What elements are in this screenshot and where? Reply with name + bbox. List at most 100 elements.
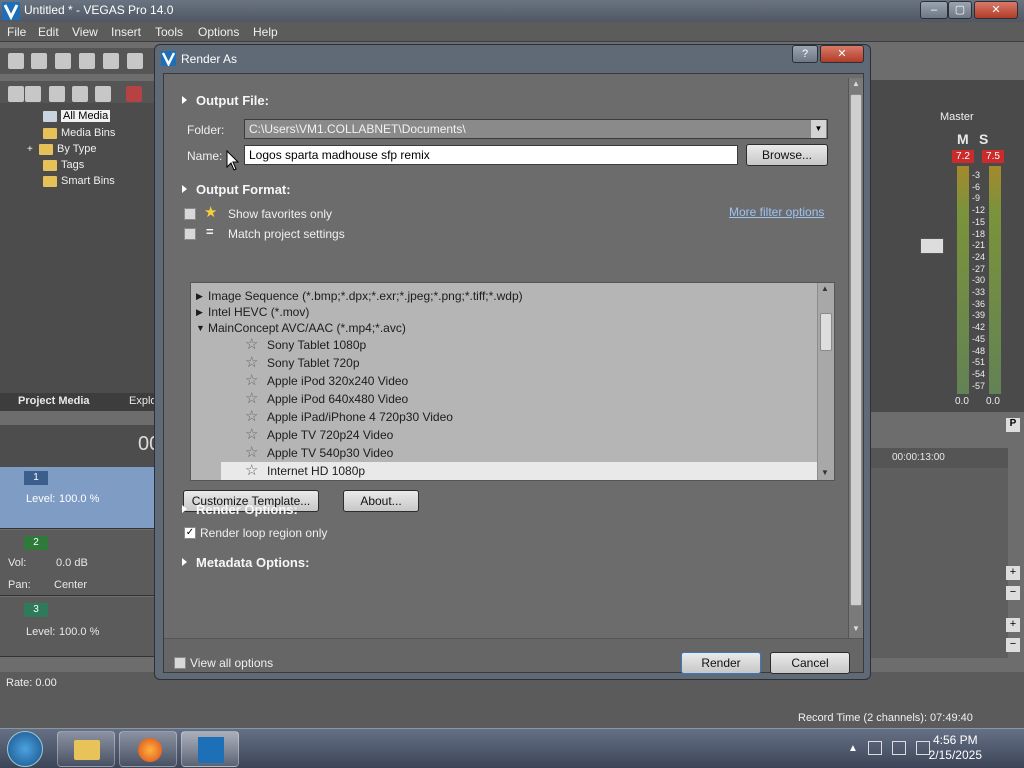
taskbar-clock[interactable]: 4:56 PM 2/15/2025 <box>929 733 982 763</box>
web-icon[interactable] <box>95 86 111 102</box>
dialog-close-button[interactable]: ✕ <box>820 45 864 63</box>
restore-button[interactable]: ▢ <box>948 1 972 19</box>
cancel-button[interactable]: Cancel <box>770 652 850 674</box>
tray-expand-icon[interactable]: ▲ <box>848 743 858 754</box>
menu-insert[interactable]: Insert <box>111 25 141 39</box>
action-center-icon[interactable] <box>868 741 882 755</box>
tree-by-type[interactable]: + By Type <box>27 143 97 155</box>
favorite-star-icon[interactable]: ☆ <box>245 390 258 407</box>
render-options-heading[interactable]: Render Options: <box>182 502 298 517</box>
tree-all-media[interactable]: All Media <box>43 110 111 122</box>
remove-icon[interactable] <box>126 86 142 102</box>
tree-smart-bins[interactable]: Smart Bins <box>43 175 115 187</box>
output-file-section[interactable]: Output File: <box>182 93 269 108</box>
favorite-star-icon[interactable]: ☆ <box>245 462 258 479</box>
get-media-icon[interactable] <box>49 86 65 102</box>
menu-view[interactable]: View <box>72 25 98 39</box>
menu-file[interactable]: File <box>7 25 26 39</box>
taskbar-vegas[interactable] <box>181 731 239 767</box>
tree-media-bins[interactable]: Media Bins <box>43 127 115 139</box>
start-button[interactable] <box>7 731 43 767</box>
track-1-header[interactable]: 1 Level: 100.0 % <box>0 467 155 529</box>
more-filter-options-link[interactable]: More filter options <box>729 205 824 219</box>
template-item-selected[interactable]: ☆ Internet HD 1080p <box>221 462 817 480</box>
favorite-star-icon[interactable]: ☆ <box>245 408 258 425</box>
zoom-in-button[interactable]: + <box>1006 618 1020 632</box>
template-item[interactable]: ☆ Apple TV 720p24 Video <box>191 426 817 444</box>
scroll-up-icon[interactable]: ▲ <box>821 284 829 293</box>
render-button[interactable]: Render <box>681 652 761 674</box>
output-format-section[interactable]: Output Format: <box>182 182 291 197</box>
template-item[interactable]: ☆ Apple iPod 320x240 Video <box>191 372 817 390</box>
minimize-button[interactable]: – <box>920 1 948 19</box>
show-favorites-checkbox[interactable] <box>184 208 196 220</box>
tab-explorer[interactable]: Explo <box>129 395 157 407</box>
network-icon[interactable] <box>892 741 906 755</box>
zoom-out-button[interactable]: − <box>1006 638 1020 652</box>
zoom-in-v-button[interactable]: + <box>1006 566 1020 580</box>
favorite-star-icon[interactable]: ☆ <box>245 372 258 389</box>
scrollbar-thumb[interactable] <box>820 313 832 351</box>
dialog-help-button[interactable]: ? <box>792 45 818 63</box>
template-item[interactable]: ☆ Apple iPod 640x480 Video <box>191 390 817 408</box>
format-mainconcept-avc[interactable]: ▼ MainConcept AVC/AAC (*.mp4;*.avc) <box>191 319 817 337</box>
properties-icon[interactable] <box>127 53 143 69</box>
track-2-header[interactable]: 2 Vol: 0.0 dB Pan: Center <box>0 530 155 596</box>
favorite-star-icon[interactable]: ☆ <box>245 336 258 353</box>
db-scale-tick: -30 <box>972 275 986 286</box>
dialog-scrollbar-thumb[interactable] <box>850 94 862 606</box>
db-scale-tick: -45 <box>972 333 986 344</box>
import-media-icon[interactable] <box>8 86 24 102</box>
menu-help[interactable]: Help <box>253 25 278 39</box>
tree-tags[interactable]: Tags <box>43 159 84 171</box>
browse-button[interactable]: Browse... <box>746 144 828 166</box>
save-icon[interactable] <box>55 53 71 69</box>
scroll-down-icon[interactable]: ▼ <box>852 624 860 633</box>
folder-field[interactable]: C:\Users\VM1.COLLABNET\Documents\ <box>244 119 828 139</box>
render-icon[interactable] <box>103 53 119 69</box>
template-item[interactable]: ☆ Sony Tablet 1080p <box>191 336 817 354</box>
views-icon[interactable] <box>72 86 88 102</box>
match-settings-checkbox[interactable] <box>184 228 196 240</box>
menu-edit[interactable]: Edit <box>38 25 59 39</box>
tab-project-media[interactable]: Project Media <box>18 395 90 407</box>
format-list-scrollbar[interactable]: ▲ ▼ <box>817 283 834 480</box>
expand-icon[interactable]: + <box>27 144 39 155</box>
clock-date: 2/15/2025 <box>928 748 982 762</box>
db-scale-tick: -15 <box>972 216 986 227</box>
name-field[interactable]: Logos sparta madhouse sfp remix <box>244 145 738 165</box>
favorite-star-icon[interactable]: ☆ <box>245 354 258 371</box>
new-icon[interactable] <box>8 53 24 69</box>
star-icon: ★ <box>204 204 218 221</box>
about-button[interactable]: About... <box>343 490 419 512</box>
open-icon[interactable] <box>31 53 47 69</box>
close-app-button[interactable]: ✕ <box>974 1 1018 19</box>
expanded-arrow-icon: ▼ <box>196 323 205 333</box>
menu-tools[interactable]: Tools <box>155 25 183 39</box>
template-item[interactable]: ☆ Apple TV 540p30 Video <box>191 444 817 462</box>
track-3-header[interactable]: 3 Level: 100.0 % <box>0 597 155 657</box>
render-loop-checkbox[interactable]: ✓ <box>184 527 196 539</box>
template-item[interactable]: ☆ Apple iPad/iPhone 4 720p30 Video <box>191 408 817 426</box>
master-fader[interactable] <box>920 238 944 254</box>
scroll-up-icon[interactable]: ▲ <box>852 79 860 88</box>
template-item[interactable]: ☆ Sony Tablet 720p <box>191 354 817 372</box>
folder-dropdown-icon[interactable]: ▼ <box>811 120 826 138</box>
taskbar-explorer[interactable] <box>57 731 115 767</box>
pin-button[interactable]: P <box>1006 418 1020 432</box>
scroll-down-icon[interactable]: ▼ <box>821 468 829 477</box>
view-all-options-checkbox[interactable] <box>174 657 186 669</box>
capture-icon[interactable] <box>25 86 41 102</box>
menu-options[interactable]: Options <box>198 25 239 39</box>
db-scale-tick: -36 <box>972 298 986 309</box>
metadata-options-section[interactable]: Metadata Options: <box>182 555 309 570</box>
favorite-star-icon[interactable]: ☆ <box>245 426 258 443</box>
solo-button[interactable]: S <box>979 131 988 147</box>
mute-button[interactable]: M <box>957 131 969 147</box>
zoom-out-v-button[interactable]: − <box>1006 586 1020 600</box>
save-as-icon[interactable] <box>79 53 95 69</box>
favorite-star-icon[interactable]: ☆ <box>245 444 258 461</box>
taskbar-firefox[interactable] <box>119 731 177 767</box>
dialog-scrollbar[interactable]: ▲ ▼ <box>848 78 863 638</box>
menu-bar: File Edit View Insert Tools Options Help <box>0 22 1024 42</box>
